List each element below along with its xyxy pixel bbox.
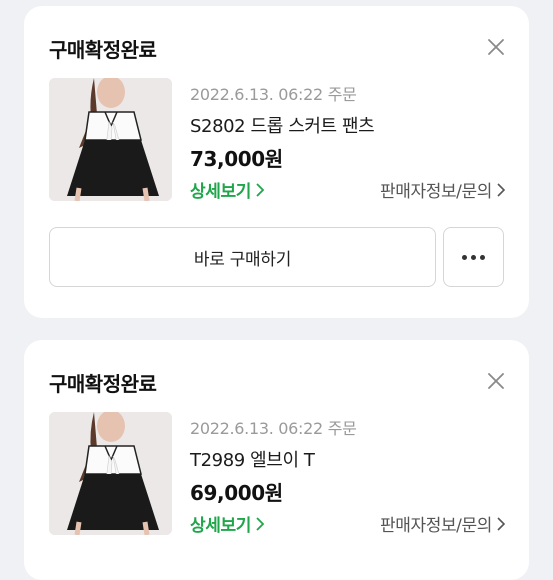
order-card: 구매확정완료 2022.6.13. 06:22 주문 S2802 드롭 스커트 … bbox=[24, 6, 529, 318]
close-icon[interactable] bbox=[485, 36, 507, 58]
order-date: 2022.6.13. 06:22 주문 bbox=[190, 419, 357, 438]
seller-info-link[interactable]: 판매자정보/문의 bbox=[380, 511, 505, 536]
chevron-right-icon bbox=[256, 516, 264, 531]
product-name[interactable]: S2802 드롭 스커트 팬츠 bbox=[190, 112, 375, 138]
close-icon[interactable] bbox=[485, 370, 507, 392]
more-dots-icon bbox=[462, 254, 485, 260]
detail-view-label: 상세보기 bbox=[190, 516, 251, 536]
order-card: 구매확정완료 2022.6.13. 06:22 주문 T2989 엘브이 T 6… bbox=[24, 340, 529, 580]
product-thumbnail[interactable] bbox=[49, 412, 172, 535]
order-status-title: 구매확정완료 bbox=[49, 38, 157, 62]
product-name[interactable]: T2989 엘브이 T bbox=[190, 446, 315, 472]
seller-info-label: 판매자정보/문의 bbox=[379, 182, 492, 202]
order-status-title: 구매확정완료 bbox=[49, 372, 157, 396]
detail-view-link[interactable]: 상세보기 bbox=[190, 177, 264, 202]
chevron-right-icon bbox=[497, 516, 505, 531]
order-date: 2022.6.13. 06:22 주문 bbox=[190, 85, 357, 104]
product-price: 69,000원 bbox=[190, 481, 283, 505]
product-price: 73,000원 bbox=[190, 147, 283, 171]
more-options-button[interactable] bbox=[443, 227, 504, 287]
product-thumbnail[interactable] bbox=[49, 78, 172, 201]
detail-view-label: 상세보기 bbox=[190, 182, 251, 202]
seller-info-label: 판매자정보/문의 bbox=[379, 516, 492, 536]
buy-again-button[interactable]: 바로 구매하기 bbox=[49, 227, 436, 287]
chevron-right-icon bbox=[497, 182, 505, 197]
chevron-right-icon bbox=[256, 182, 264, 197]
seller-info-link[interactable]: 판매자정보/문의 bbox=[380, 177, 505, 202]
detail-view-link[interactable]: 상세보기 bbox=[190, 511, 264, 536]
